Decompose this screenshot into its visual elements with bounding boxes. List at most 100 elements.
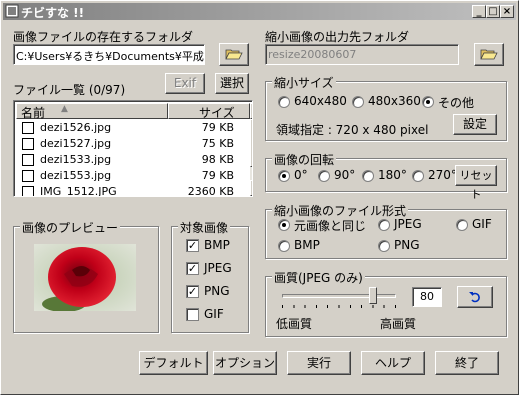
sort-ascending-icon: ▲ — [61, 104, 68, 114]
output-folder-input[interactable]: resize20080607 — [265, 44, 459, 65]
size-settings-button[interactable]: 設定 — [453, 114, 497, 135]
size-640-label: 640x480 — [294, 94, 347, 108]
file-list[interactable]: 名前 ▲ サイズ dezi1526.jpg 79 KB dezi1527.jpg… — [13, 100, 253, 197]
file-size: 75 KB — [201, 137, 234, 150]
file-row[interactable]: dezi1526.jpg 79 KB — [16, 120, 236, 136]
quality-high-label: 高画質 — [380, 317, 417, 331]
column-header-size-label: サイズ — [199, 106, 235, 120]
target-types-label: 対象画像 — [178, 219, 231, 236]
scroll-down-arrow-icon[interactable]: ▼ — [250, 180, 252, 196]
file-checkbox[interactable] — [22, 122, 34, 134]
size-640-radio[interactable] — [278, 96, 290, 108]
folder-open-icon — [480, 49, 498, 60]
bmp-label: BMP — [204, 238, 230, 252]
close-button[interactable]: × — [500, 5, 514, 18]
undo-arrow-icon — [469, 292, 480, 303]
scroll-up-arrow-icon[interactable]: ▲ — [250, 103, 252, 119]
file-size: 79 KB — [201, 121, 234, 134]
format-original-label: 元画像と同じ — [294, 219, 367, 233]
file-row[interactable]: IMG_1512.JPG 2360 KB — [16, 184, 236, 197]
gif-label: GIF — [204, 307, 224, 321]
file-checkbox[interactable] — [22, 138, 34, 150]
output-folder-label: 縮小画像の出力先フォルダ — [265, 30, 410, 44]
scrollbar-thumb[interactable] — [250, 119, 252, 167]
quality-slider-thumb[interactable] — [369, 287, 378, 304]
rotation-270-label: 270° — [428, 168, 457, 182]
preview-label: 画像のプレビュー — [20, 219, 121, 236]
rotation-90-radio[interactable] — [318, 170, 330, 182]
file-size: 2360 KB — [187, 185, 234, 197]
column-header-name-label: 名前 — [21, 106, 46, 120]
file-row[interactable]: dezi1553.jpg 79 KB — [16, 168, 236, 184]
window-title: チビすな !! — [21, 6, 85, 20]
quality-value-input[interactable]: 80 — [412, 287, 442, 307]
format-png-label: PNG — [394, 238, 420, 252]
bmp-checkbox[interactable]: ✓ — [186, 239, 199, 252]
png-checkbox[interactable]: ✓ — [186, 285, 199, 298]
file-row[interactable]: dezi1527.jpg 75 KB — [16, 136, 236, 152]
maximize-button[interactable]: □ — [486, 5, 500, 18]
file-name: dezi1533.jpg — [40, 153, 112, 166]
rotation-0-radio[interactable] — [278, 170, 290, 182]
jpeg-checkbox[interactable]: ✓ — [186, 262, 199, 275]
exif-button[interactable]: Exif — [165, 73, 205, 94]
run-button[interactable]: 実行 — [287, 351, 351, 375]
quality-label: 画質(JPEG のみ) — [272, 269, 365, 286]
quality-slider-track[interactable] — [282, 294, 396, 298]
format-original-radio[interactable] — [278, 219, 290, 231]
size-other-label: その他 — [438, 96, 475, 110]
file-name: dezi1553.jpg — [40, 169, 112, 182]
quality-reset-button[interactable] — [457, 286, 493, 308]
source-folder-browse-button[interactable] — [219, 43, 249, 66]
rotation-reset-button[interactable]: リセット — [455, 165, 497, 201]
select-button[interactable]: 選択 — [215, 73, 249, 94]
file-checkbox[interactable] — [22, 154, 34, 166]
preview-group: 画像のプレビュー — [13, 219, 159, 333]
target-types-group: 対象画像 ✓ BMP ✓ JPEG ✓ PNG GIF — [171, 219, 249, 333]
size-480-label: 480x360 — [368, 94, 421, 108]
source-folder-input[interactable]: C:¥Users¥るきち¥Documents¥平成2C — [13, 44, 205, 65]
rotation-270-radio[interactable] — [412, 170, 424, 182]
format-jpeg-radio[interactable] — [378, 219, 390, 231]
file-size: 98 KB — [201, 153, 234, 166]
file-list-label: ファイル一覧 (0/97) — [13, 83, 126, 97]
size-480-radio[interactable] — [352, 96, 364, 108]
rotation-90-label: 90° — [334, 168, 356, 182]
format-gif-label: GIF — [472, 217, 492, 231]
file-checkbox[interactable] — [22, 170, 34, 182]
column-header-size[interactable]: サイズ — [168, 103, 250, 120]
size-label: 縮小サイズ — [272, 74, 336, 91]
rotation-0-label: 0° — [294, 168, 308, 182]
format-jpeg-label: JPEG — [394, 217, 422, 231]
format-group: 縮小画像のファイル形式 元画像と同じ JPEG GIF BMP PNG — [265, 202, 507, 259]
size-group: 縮小サイズ 640x480 480x360 その他 領域指定 : 720 x 4… — [265, 74, 507, 141]
area-spec-text: 領域指定 : 720 x 480 pixel — [276, 123, 429, 137]
output-folder-browse-button[interactable] — [474, 43, 504, 66]
gif-checkbox[interactable] — [186, 308, 199, 321]
png-label: PNG — [204, 284, 230, 298]
minimize-button[interactable]: _ — [472, 5, 486, 18]
help-button[interactable]: ヘルプ — [361, 351, 425, 375]
folder-open-icon — [225, 49, 243, 60]
app-window: チビすな !! _ □ × 画像ファイルの存在するフォルダ C:¥Users¥る… — [0, 0, 519, 395]
quality-slider-ticks — [282, 305, 396, 308]
format-png-radio[interactable] — [378, 240, 390, 252]
file-checkbox[interactable] — [22, 186, 34, 196]
file-name: dezi1526.jpg — [40, 121, 112, 134]
default-button[interactable]: デフォルト — [139, 351, 208, 375]
exit-button[interactable]: 終了 — [435, 351, 499, 375]
source-folder-label: 画像ファイルの存在するフォルダ — [13, 30, 194, 44]
size-other-radio[interactable] — [422, 96, 434, 108]
rotation-180-radio[interactable] — [362, 170, 374, 182]
format-bmp-radio[interactable] — [278, 240, 290, 252]
quality-low-label: 低画質 — [276, 317, 313, 331]
file-size: 79 KB — [201, 169, 234, 182]
file-row[interactable]: dezi1533.jpg 98 KB — [16, 152, 236, 168]
rotation-group: 画像の回転 0° 90° 180° 270° リセット — [265, 151, 507, 201]
file-list-scrollbar[interactable]: ▲ ▼ — [250, 103, 252, 196]
title-bar[interactable]: チビすな !! _ □ × — [3, 3, 516, 20]
column-header-name[interactable]: 名前 ▲ — [16, 103, 168, 120]
options-button[interactable]: オプション — [213, 351, 277, 375]
file-name: IMG_1512.JPG — [40, 185, 117, 197]
format-gif-radio[interactable] — [456, 219, 468, 231]
